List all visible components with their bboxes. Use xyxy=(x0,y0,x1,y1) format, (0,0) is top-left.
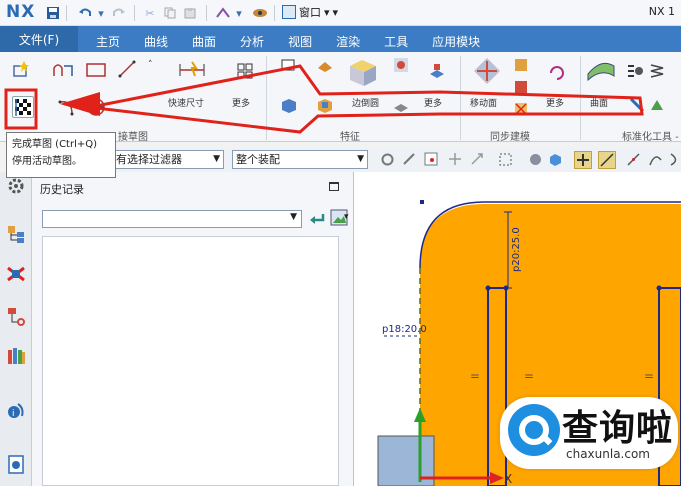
cut-icon[interactable]: ✂ xyxy=(142,5,158,21)
window-menu-label: 窗口 xyxy=(299,6,321,19)
paste-icon[interactable] xyxy=(182,5,198,21)
select-box-icon[interactable] xyxy=(424,152,439,167)
history-panel: 历史记录 ▼ ▾ xyxy=(32,172,354,486)
ribbon-tab-bar: 文件(F) 主页 曲线 曲面 分析 视图 渲染 工具 应用模块 xyxy=(0,26,681,52)
tab-render[interactable]: 渲染 xyxy=(324,30,372,52)
watermark: 查询啦 chaxunla.com xyxy=(500,397,678,469)
toolbar-separator xyxy=(274,5,275,21)
tab-home[interactable]: 主页 xyxy=(84,30,132,52)
toolbar-separator xyxy=(206,5,207,21)
hd3d-tools-icon[interactable]: i xyxy=(6,400,26,420)
equal-constraint-mark: = xyxy=(644,369,654,383)
point-snap-toggle-icon[interactable] xyxy=(574,151,592,169)
finish-sketch-tooltip: 完成草图 (Ctrl+Q) 停用活动草图。 xyxy=(6,132,116,178)
assembly-navigator-icon[interactable] xyxy=(6,224,26,244)
equal-constraint-mark: = xyxy=(470,369,480,383)
tab-view[interactable]: 视图 xyxy=(276,30,324,52)
history-filter-select[interactable]: ▼ xyxy=(42,210,302,228)
undo-dropdown-icon[interactable]: ▾ xyxy=(96,5,106,21)
cube-icon[interactable] xyxy=(548,152,563,167)
selection-bar: 有选择过滤器 ▼ 整个装配 ▼ xyxy=(112,148,681,172)
tab-tools[interactable]: 工具 xyxy=(372,30,420,52)
sphere-icon[interactable] xyxy=(528,152,543,167)
toolbar-separator xyxy=(134,5,135,21)
chevron-down-icon: ▾ xyxy=(324,5,330,19)
touch-mode-dropdown-icon[interactable]: ▾ xyxy=(234,5,244,21)
part-navigator-icon[interactable] xyxy=(6,306,26,326)
chevron-down-icon: ▼ xyxy=(290,212,297,222)
file-menu[interactable]: 文件(F) xyxy=(0,26,78,52)
redo-icon[interactable] xyxy=(110,5,128,21)
copy-icon[interactable] xyxy=(162,5,178,21)
control-point-icon[interactable] xyxy=(648,152,663,167)
ribbon: ˄ 快速尺寸 更多 接草图 边倒圆 更多 特征 移动面 更多 同步建模 曲面 标… xyxy=(0,52,681,143)
window-icon xyxy=(282,5,296,19)
reuse-library-icon[interactable] xyxy=(6,346,26,366)
highlight-annotation xyxy=(4,64,644,134)
back-arrow-icon[interactable] xyxy=(308,210,326,228)
tooltip-description: 停用活动草图。 xyxy=(12,156,82,167)
save-icon[interactable] xyxy=(44,5,62,21)
nx-logo: NX xyxy=(6,2,36,22)
dimension-p18: p18:20.0 xyxy=(382,324,427,335)
watermark-title: 查询啦 xyxy=(562,407,674,449)
tab-analysis[interactable]: 分析 xyxy=(228,30,276,52)
vector-icon[interactable] xyxy=(470,152,485,167)
resource-bar: i xyxy=(0,172,32,486)
maximize-icon[interactable] xyxy=(329,182,339,191)
snap-icon[interactable] xyxy=(402,152,417,167)
selection-scope-select[interactable]: 整个装配 ▼ xyxy=(232,150,368,169)
midpoint-icon[interactable] xyxy=(626,152,641,167)
tab-application[interactable]: 应用模块 xyxy=(420,30,492,52)
tooltip-title: 完成草图 (Ctrl+Q) xyxy=(12,139,98,150)
customize-quick-access-icon[interactable]: ▾ xyxy=(333,6,339,19)
end-point-icon[interactable] xyxy=(598,151,616,169)
chevron-down-icon[interactable]: ▾ xyxy=(344,212,349,222)
x-axis-label: X xyxy=(504,472,512,486)
type-filter-select[interactable]: 有选择过滤器 ▼ xyxy=(112,150,224,169)
rectangle-select-icon[interactable] xyxy=(498,152,513,167)
chevron-down-icon: ▼ xyxy=(357,154,364,164)
history-title: 历史记录 xyxy=(40,183,84,196)
watermark-url: chaxunla.com xyxy=(566,447,650,461)
svg-text:i: i xyxy=(12,409,15,419)
toolbar-separator xyxy=(66,5,67,21)
window-menu[interactable]: 窗口 ▾ ▾ xyxy=(282,4,338,20)
app-title: NX 1 xyxy=(648,5,675,18)
web-browser-icon[interactable] xyxy=(6,454,26,474)
settings-icon[interactable] xyxy=(380,152,395,167)
point-snap-icon[interactable] xyxy=(448,152,463,167)
history-list[interactable] xyxy=(42,236,339,486)
command-finder-icon[interactable] xyxy=(250,5,270,21)
tangent-icon[interactable] xyxy=(668,152,681,167)
tab-surface[interactable]: 曲面 xyxy=(180,30,228,52)
title-bar: NX ▾ ✂ ▾ 窗口 ▾ ▾ NX 1 xyxy=(0,0,681,26)
gear-icon[interactable] xyxy=(6,176,26,196)
constraint-navigator-icon[interactable] xyxy=(6,264,26,284)
tab-curve[interactable]: 曲线 xyxy=(132,30,180,52)
watermark-logo-icon xyxy=(508,404,560,456)
dimension-p20: p20:25.0 xyxy=(511,227,522,272)
undo-icon[interactable] xyxy=(76,5,94,21)
chevron-down-icon: ▼ xyxy=(213,154,220,164)
touch-mode-icon[interactable] xyxy=(214,5,232,21)
equal-constraint-mark: = xyxy=(524,369,534,383)
